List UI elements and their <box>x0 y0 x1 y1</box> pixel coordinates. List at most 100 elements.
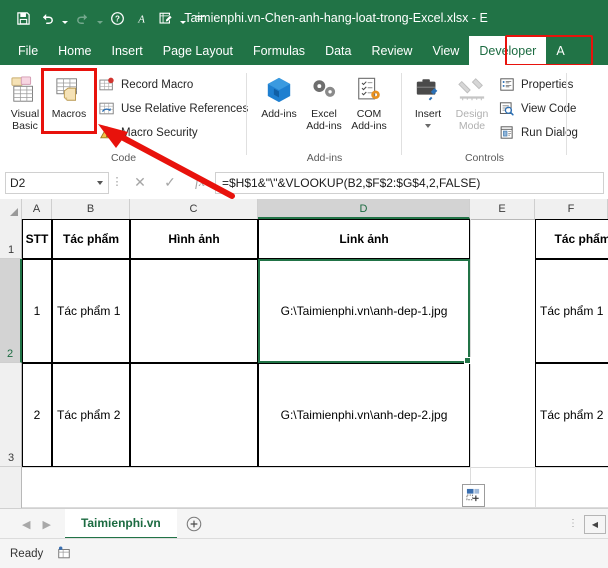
spreadsheet-grid: A B C D E F 1 2 3 STT Tác phẩm Hình ảnh … <box>0 199 608 508</box>
tab-view[interactable]: View <box>422 36 469 65</box>
title-bar: ? A Taimienphi.vn-Chen-anh-hang-loat-tro… <box>0 0 608 36</box>
tab-review[interactable]: Review <box>361 36 422 65</box>
sheet-tab-taimienphi[interactable]: Taimienphi.vn <box>64 509 177 539</box>
ribbon-tab-bar: File Home Insert Page Layout Formulas Da… <box>0 36 608 65</box>
cell-c2[interactable] <box>130 259 258 363</box>
name-box-dropdown-icon[interactable] <box>97 180 103 185</box>
redo-icon <box>71 6 93 30</box>
svg-text:A: A <box>137 13 145 25</box>
com-add-ins-button[interactable]: COM Add-ins <box>347 73 391 132</box>
cell-f1[interactable]: Tác phẩm <box>535 219 608 259</box>
column-header-b[interactable]: B <box>52 199 130 219</box>
sheet-bar-right: ⋮ ◀ <box>568 514 608 534</box>
view-code-button[interactable]: View Code <box>497 98 576 119</box>
quick-print-dropdown-icon[interactable] <box>178 6 187 30</box>
excel-add-ins-button[interactable]: Excel Add-ins <box>302 73 346 132</box>
scroll-left-icon[interactable]: ◀ <box>584 514 606 534</box>
group-separator <box>566 73 567 155</box>
tab-developer[interactable]: Developer <box>469 36 547 65</box>
select-all-corner[interactable] <box>0 199 22 219</box>
com-add-ins-icon <box>347 73 391 107</box>
row-header-2[interactable]: 2 <box>0 259 22 363</box>
add-sheet-icon[interactable] <box>177 509 211 539</box>
customize-qat-icon[interactable] <box>189 6 211 30</box>
gridline <box>22 467 608 468</box>
view-code-icon <box>497 100 517 118</box>
status-state: Ready <box>10 548 44 560</box>
cell-f3[interactable]: Tác phẩm 2 <box>535 363 608 467</box>
paste-options-icon[interactable] <box>462 484 485 507</box>
design-mode-button[interactable]: Design Mode <box>450 73 494 132</box>
cell-c3[interactable] <box>130 363 258 467</box>
cell-e2[interactable] <box>470 259 535 363</box>
relative-references-icon <box>97 100 117 118</box>
cancel-icon[interactable]: ✕ <box>125 172 155 194</box>
use-relative-references-button[interactable]: Use Relative References <box>97 98 248 119</box>
formula-bar: D2 ⋮ ✕ ✓ fx =$H$1&"\"&VLOOKUP(B2,$F$2:$G… <box>0 166 608 200</box>
column-header-e[interactable]: E <box>470 199 535 219</box>
com-add-ins-label: COM Add-ins <box>351 108 387 132</box>
insert-control-label: Insert <box>414 108 442 120</box>
insert-dropdown-icon[interactable] <box>425 123 431 128</box>
record-macro-button[interactable]: Record Macro <box>97 74 193 95</box>
cell-e3[interactable] <box>470 363 535 467</box>
ribbon-group-code: Visual Basic Macros Record Macro Use Rel… <box>0 65 248 166</box>
undo-dropdown-icon[interactable] <box>60 6 69 30</box>
cell-f2[interactable]: Tác phẩm 1 <box>535 259 608 363</box>
format-a-icon[interactable]: A <box>130 6 152 30</box>
column-header-d[interactable]: D <box>258 199 470 219</box>
insert-control-icon <box>406 73 450 107</box>
macro-security-button[interactable]: Macro Security <box>97 122 198 143</box>
column-header-a[interactable]: A <box>22 199 52 219</box>
tab-home[interactable]: Home <box>48 36 101 65</box>
cell-d3[interactable]: G:\Taimienphi.vn\anh-dep-2.jpg <box>258 363 470 467</box>
name-box[interactable]: D2 <box>5 171 109 194</box>
tab-formulas[interactable]: Formulas <box>243 36 315 65</box>
macros-button[interactable]: Macros <box>47 73 91 121</box>
cell-b2[interactable]: Tác phẩm 1 <box>52 259 130 363</box>
cell-b1[interactable]: Tác phẩm <box>52 219 130 259</box>
hscroll-grip[interactable]: ⋮ <box>568 519 578 529</box>
nav-next-icon[interactable]: ▶ <box>42 518 50 531</box>
cell-d1[interactable]: Link ảnh <box>258 219 470 259</box>
run-dialog-label: Run Dialog <box>521 126 578 139</box>
redo-dropdown-icon[interactable] <box>95 6 104 30</box>
row-header-1[interactable]: 1 <box>0 219 22 259</box>
excel-window: ? A Taimienphi.vn-Chen-anh-hang-loat-tro… <box>0 0 608 568</box>
cell-c1[interactable]: Hình ảnh <box>130 219 258 259</box>
add-ins-button[interactable]: Add-ins <box>257 73 301 121</box>
cell-a2[interactable]: 1 <box>22 259 52 363</box>
tab-page-layout[interactable]: Page Layout <box>153 36 243 65</box>
cell-a1[interactable]: STT <box>22 219 52 259</box>
undo-icon[interactable] <box>36 6 58 30</box>
cell-e1[interactable] <box>470 219 535 259</box>
tab-data[interactable]: Data <box>315 36 361 65</box>
svg-text:?: ? <box>115 14 120 23</box>
properties-icon <box>497 76 517 94</box>
tab-insert[interactable]: Insert <box>102 36 153 65</box>
tab-add-ins[interactable]: A <box>546 36 574 65</box>
formula-input[interactable]: =$H$1&"\"&VLOOKUP(B2,$F$2:$G$4,2,FALSE) <box>215 171 604 194</box>
controls-group-label: Controls <box>464 152 505 164</box>
properties-button[interactable]: Properties <box>497 74 573 95</box>
save-icon[interactable] <box>12 6 34 30</box>
row-header-3[interactable]: 3 <box>0 363 22 467</box>
visual-basic-label: Visual Basic <box>10 108 40 132</box>
accessibility-checker-icon[interactable] <box>57 546 71 563</box>
nav-prev-icon[interactable]: ◀ <box>22 518 30 531</box>
cell-d2[interactable]: G:\Taimienphi.vn\anh-dep-1.jpg <box>258 259 470 363</box>
cell-b3[interactable]: Tác phẩm 2 <box>52 363 130 467</box>
enter-icon[interactable]: ✓ <box>155 172 185 194</box>
name-box-value: D2 <box>10 175 26 190</box>
quick-print-icon[interactable] <box>154 6 176 30</box>
formula-bar-grip: ⋮ <box>111 176 123 188</box>
insert-control-button[interactable]: Insert <box>406 73 450 131</box>
cell-a3[interactable]: 2 <box>22 363 52 467</box>
tab-file[interactable]: File <box>8 36 48 65</box>
status-bar: Ready <box>0 538 608 568</box>
help-icon[interactable]: ? <box>106 6 128 30</box>
visual-basic-button[interactable]: Visual Basic <box>3 73 47 132</box>
column-header-f[interactable]: F <box>535 199 608 219</box>
insert-function-icon[interactable]: fx <box>185 172 215 194</box>
column-header-c[interactable]: C <box>130 199 258 219</box>
